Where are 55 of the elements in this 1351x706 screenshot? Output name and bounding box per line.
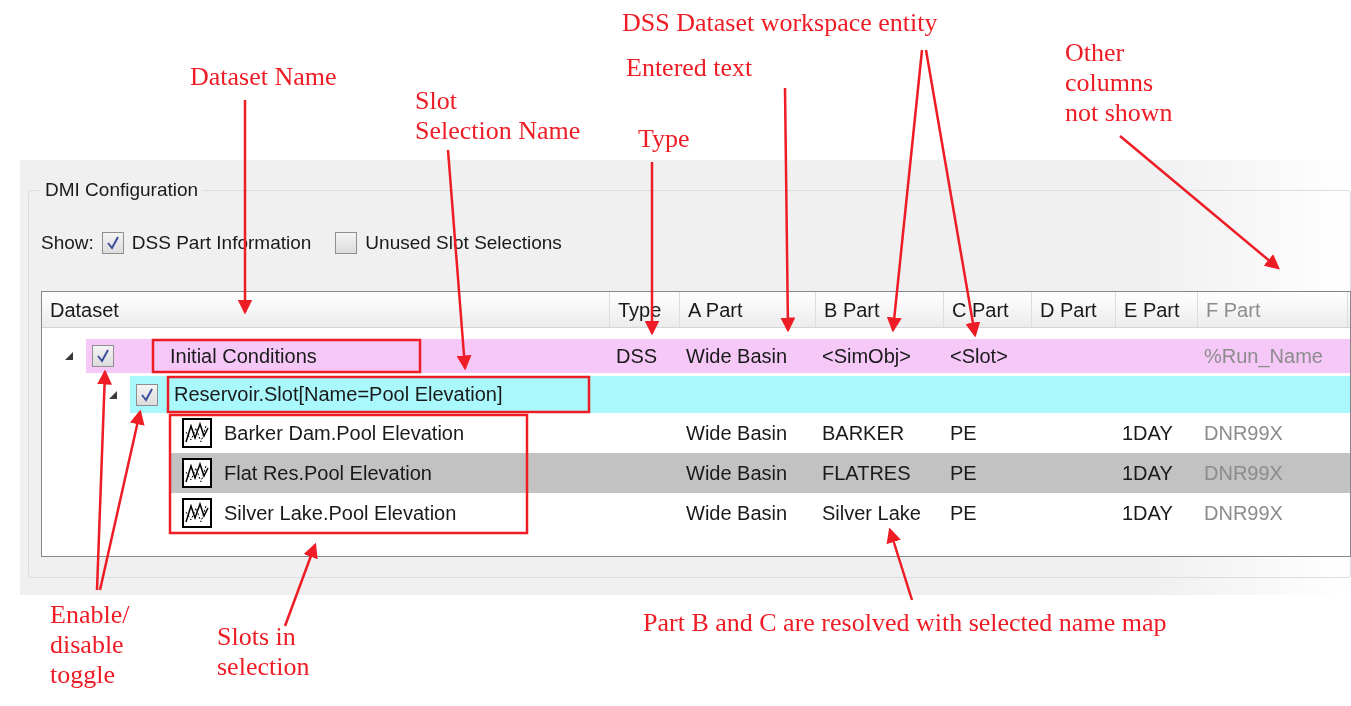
table-cell: Wide Basin bbox=[686, 460, 788, 486]
checkbox[interactable] bbox=[136, 383, 158, 406]
table-cell: Wide Basin bbox=[686, 500, 788, 526]
graph-icon bbox=[182, 458, 212, 488]
table-cell: FLATRES bbox=[822, 460, 911, 486]
table-cell: DNR99X bbox=[1204, 500, 1283, 526]
expander-icon[interactable] bbox=[108, 389, 118, 400]
checkbox[interactable] bbox=[101, 231, 124, 254]
table-cell: <Slot> bbox=[950, 343, 1008, 369]
slot-name: Flat Res.Pool Elevation bbox=[224, 460, 432, 486]
checkbox[interactable] bbox=[92, 345, 114, 367]
table-cell: Wide Basin bbox=[686, 343, 788, 369]
column-header[interactable]: C Part bbox=[944, 292, 1032, 327]
table-cell: DSS bbox=[616, 343, 658, 369]
check-icon bbox=[105, 235, 120, 250]
table-cell: PE bbox=[950, 500, 977, 526]
table-cell: <SimObj> bbox=[822, 343, 911, 369]
callout-text: DSS Dataset workspace entity bbox=[622, 8, 938, 38]
callout-text: Other columns not shown bbox=[1065, 38, 1173, 128]
callout-text: Type bbox=[638, 124, 690, 154]
expander-icon[interactable] bbox=[64, 351, 74, 361]
column-header[interactable]: B Part bbox=[816, 292, 944, 327]
check-icon bbox=[140, 387, 154, 402]
table-cell: PE bbox=[950, 420, 977, 446]
table-cell: 1DAY bbox=[1122, 500, 1173, 526]
graph-icon bbox=[182, 418, 212, 448]
column-header[interactable]: A Part bbox=[680, 292, 816, 327]
slot-name: Barker Dam.Pool Elevation bbox=[224, 420, 465, 446]
table-cell: Silver Lake bbox=[822, 500, 921, 526]
table-cell: 1DAY bbox=[1122, 420, 1173, 446]
selection-name: Reservoir.Slot[Name=Pool Elevation] bbox=[174, 382, 503, 407]
slot-name: Silver Lake.Pool Elevation bbox=[224, 500, 457, 526]
table-cell: Wide Basin bbox=[686, 420, 788, 446]
group-title: DMI Configuration bbox=[44, 178, 200, 202]
graph-icon bbox=[182, 498, 212, 528]
table-cell: PE bbox=[950, 460, 977, 486]
table-cell: BARKER bbox=[822, 420, 905, 446]
dataset-row[interactable]: Initial Conditions DSS Wide Basin <SimObj> <Slot> %Run_Name bbox=[86, 339, 1350, 373]
show-label: Show: bbox=[41, 230, 94, 255]
callout-text: Dataset Name bbox=[190, 62, 337, 92]
callout-text: Part B and C are resolved with selected name map bbox=[643, 608, 1167, 638]
callout-text: Slots in selection bbox=[217, 622, 310, 682]
checkbox[interactable] bbox=[335, 231, 358, 254]
callout-text: Slot Selection Name bbox=[415, 86, 581, 146]
table-cell: DNR99X bbox=[1204, 420, 1283, 446]
column-header[interactable]: Dataset bbox=[42, 292, 610, 327]
dataset-name: Initial Conditions bbox=[170, 343, 317, 369]
table-cell: %Run_Name bbox=[1204, 343, 1323, 369]
callout-text: Enable/ disable toggle bbox=[50, 600, 130, 690]
column-header[interactable]: D Part bbox=[1032, 292, 1116, 327]
callout-text: Entered text bbox=[626, 53, 753, 83]
column-header[interactable]: E Part bbox=[1116, 292, 1198, 327]
selection-row[interactable]: Reservoir.Slot[Name=Pool Elevation] bbox=[130, 376, 1350, 413]
table-cell: 1DAY bbox=[1122, 460, 1173, 486]
check-icon bbox=[96, 349, 110, 363]
